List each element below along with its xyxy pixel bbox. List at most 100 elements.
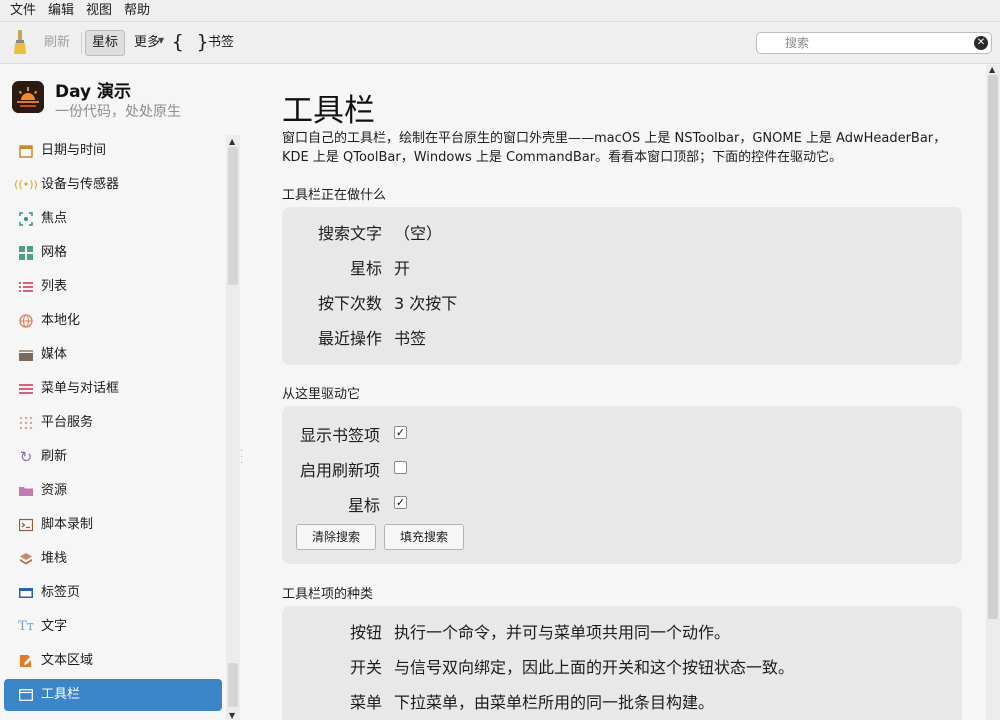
- scroll-up-arrow-icon[interactable]: ▲: [989, 65, 995, 74]
- sensor-icon: ((•)): [14, 178, 38, 191]
- status-value: （空）: [394, 224, 443, 243]
- toolbar-separator: [81, 32, 82, 54]
- status-row-last-action: 最近操作 书签: [282, 327, 962, 351]
- sidebar-item-grid[interactable]: 网格: [4, 237, 222, 269]
- sidebar-item-list[interactable]: 列表: [4, 271, 222, 303]
- sidebar-item-text-area[interactable]: 文本区域: [4, 645, 222, 677]
- kind-value: 执行一个命令，并可与菜单项共用同一个动作。: [394, 623, 731, 642]
- drive-section-header: 从这里驱动它: [282, 387, 361, 402]
- kind-key: 按钮: [349, 623, 382, 642]
- sidebar: Day 演示 一份代码，处处原生 日期与时间 ((•)) 设备与传感器 焦点 网…: [0, 65, 243, 720]
- search-input[interactable]: [757, 33, 967, 53]
- status-value: 开: [394, 259, 411, 278]
- menu-file[interactable]: 文件: [4, 0, 42, 22]
- sidebar-item-focus[interactable]: 焦点: [4, 203, 222, 235]
- folder-icon: [18, 483, 34, 499]
- sidebar-item-refresh[interactable]: ↻ 刷新: [4, 441, 222, 473]
- main-scroll-thumb[interactable]: [988, 75, 998, 619]
- sidebar-item-script-recording[interactable]: 脚本录制: [4, 509, 222, 541]
- refresh-button[interactable]: 刷新: [44, 30, 70, 56]
- status-key: 按下次数: [317, 294, 382, 313]
- menu-help[interactable]: 帮助: [118, 0, 156, 22]
- refresh-icon: ↻: [19, 448, 33, 466]
- scroll-up-arrow-icon[interactable]: ▲: [229, 137, 235, 146]
- status-key: 搜索文字: [317, 224, 382, 243]
- sidebar-item-devices[interactable]: ((•)) 设备与传感器: [4, 169, 222, 201]
- status-key: 最近操作: [317, 329, 382, 348]
- kind-value: 下拉菜单，由菜单栏所用的同一批条目构建。: [394, 693, 715, 712]
- menu-bar: 文件 编辑 视图 帮助: [0, 0, 1000, 22]
- kind-row-menu: 菜单 下拉菜单，由菜单栏所用的同一批条目构建。: [282, 691, 962, 715]
- sidebar-item-resources[interactable]: 资源: [4, 475, 222, 507]
- list-icon: [18, 279, 34, 295]
- star-checkbox[interactable]: ✓: [394, 496, 407, 509]
- sidebar-item-date-time[interactable]: 日期与时间: [4, 135, 222, 167]
- enable-refresh-checkbox[interactable]: [394, 461, 407, 474]
- kind-value: 与信号双向绑定，因此上面的开关和这个按钮状态一致。: [394, 658, 795, 677]
- kind-key: 菜单: [349, 693, 382, 712]
- globe-icon: [18, 313, 34, 329]
- sidebar-scroll-track-segment: [228, 663, 238, 707]
- kind-row-button: 按钮 执行一个命令，并可与菜单项共用同一个动作。: [282, 621, 962, 645]
- status-row-search-text: 搜索文字 （空）: [282, 222, 962, 246]
- sidebar-item-media[interactable]: 媒体: [4, 339, 222, 371]
- main-scrollbar[interactable]: ▲: [986, 65, 1000, 720]
- toolbar: 刷新 星标 更多 ▼ { } 书签 ✕: [0, 22, 1000, 64]
- page-description: 窗口自己的工具栏，绘制在平台原生的窗口外壳里——macOS 上是 NSToolb…: [282, 131, 947, 165]
- clear-search-icon[interactable]: ✕: [974, 36, 988, 50]
- star-label: 星标: [347, 496, 380, 515]
- menu-icon: [18, 381, 34, 397]
- sidebar-scrollbar[interactable]: ▲ ▼: [226, 135, 240, 720]
- sidebar-item-localization[interactable]: 本地化: [4, 305, 222, 337]
- sidebar-item-stack[interactable]: 堆栈: [4, 543, 222, 575]
- clear-search-button[interactable]: 清除搜索: [296, 524, 376, 550]
- menu-view[interactable]: 视图: [80, 0, 118, 22]
- status-row-press-count: 按下次数 3 次按下: [282, 292, 962, 316]
- edit-icon: [18, 653, 34, 669]
- brush-icon[interactable]: [10, 28, 30, 56]
- status-card: 搜索文字 （空） 星标 开 按下次数 3 次按下 最近操作 书签: [282, 207, 962, 365]
- show-bookmark-checkbox[interactable]: ✓: [394, 426, 407, 439]
- status-value: 3 次按下: [394, 294, 458, 313]
- bookmark-button[interactable]: 书签: [208, 30, 234, 56]
- app-subtitle: 一份代码，处处原生: [55, 104, 181, 120]
- sidebar-item-platform-services[interactable]: 平台服务: [4, 407, 222, 439]
- tabs-icon: [18, 585, 34, 601]
- app-logo-icon: [12, 81, 44, 113]
- page-title: 工具栏: [282, 93, 375, 129]
- menu-edit[interactable]: 编辑: [42, 0, 80, 22]
- scroll-down-arrow-icon[interactable]: ▼: [229, 711, 235, 720]
- main-content: 工具栏 窗口自己的工具栏，绘制在平台原生的窗口外壳里——macOS 上是 NST…: [244, 65, 986, 720]
- drive-card: 显示书签项 ✓ 启用刷新项 星标 ✓ 清除搜索 填充搜索: [282, 406, 962, 564]
- sidebar-item-menus-dialogs[interactable]: 菜单与对话框: [4, 373, 222, 405]
- braces-button[interactable]: { }: [172, 29, 209, 55]
- stack-icon: [18, 551, 34, 567]
- kind-row-toggle: 开关 与信号双向绑定，因此上面的开关和这个按钮状态一致。: [282, 656, 962, 680]
- app-title: Day 演示: [55, 82, 132, 102]
- kinds-section-header: 工具栏项的种类: [282, 587, 374, 602]
- enable-refresh-label: 启用刷新项: [299, 461, 380, 480]
- dots-grid-icon: [18, 415, 34, 431]
- status-section-header: 工具栏正在做什么: [282, 188, 387, 203]
- sidebar-scroll-thumb[interactable]: [228, 147, 238, 285]
- grid-icon: [18, 245, 34, 261]
- calendar-icon: [18, 143, 34, 159]
- sidebar-nav-list: 日期与时间 ((•)) 设备与传感器 焦点 网格 列表 本地化 媒体 菜单与对话: [0, 135, 226, 720]
- status-value: 书签: [394, 329, 427, 348]
- sidebar-item-toolbar[interactable]: 工具栏: [4, 679, 222, 711]
- window-icon: [18, 687, 34, 703]
- fill-search-button[interactable]: 填充搜索: [384, 524, 464, 550]
- search-field: ✕: [756, 32, 992, 54]
- kinds-card: 按钮 执行一个命令，并可与菜单项共用同一个动作。 开关 与信号双向绑定，因此上面…: [282, 606, 962, 720]
- clapperboard-icon: [18, 347, 34, 363]
- focus-icon: [18, 211, 34, 227]
- status-key: 星标: [349, 259, 382, 278]
- more-menu-button[interactable]: 更多: [134, 30, 160, 56]
- sidebar-item-tabs[interactable]: 标签页: [4, 577, 222, 609]
- status-row-star: 星标 开: [282, 257, 962, 281]
- kind-key: 开关: [349, 658, 382, 677]
- sidebar-item-text[interactable]: Tт 文字: [4, 611, 222, 643]
- text-icon: Tт: [18, 619, 34, 634]
- star-toggle-button[interactable]: 星标: [85, 30, 125, 56]
- terminal-icon: [18, 517, 34, 533]
